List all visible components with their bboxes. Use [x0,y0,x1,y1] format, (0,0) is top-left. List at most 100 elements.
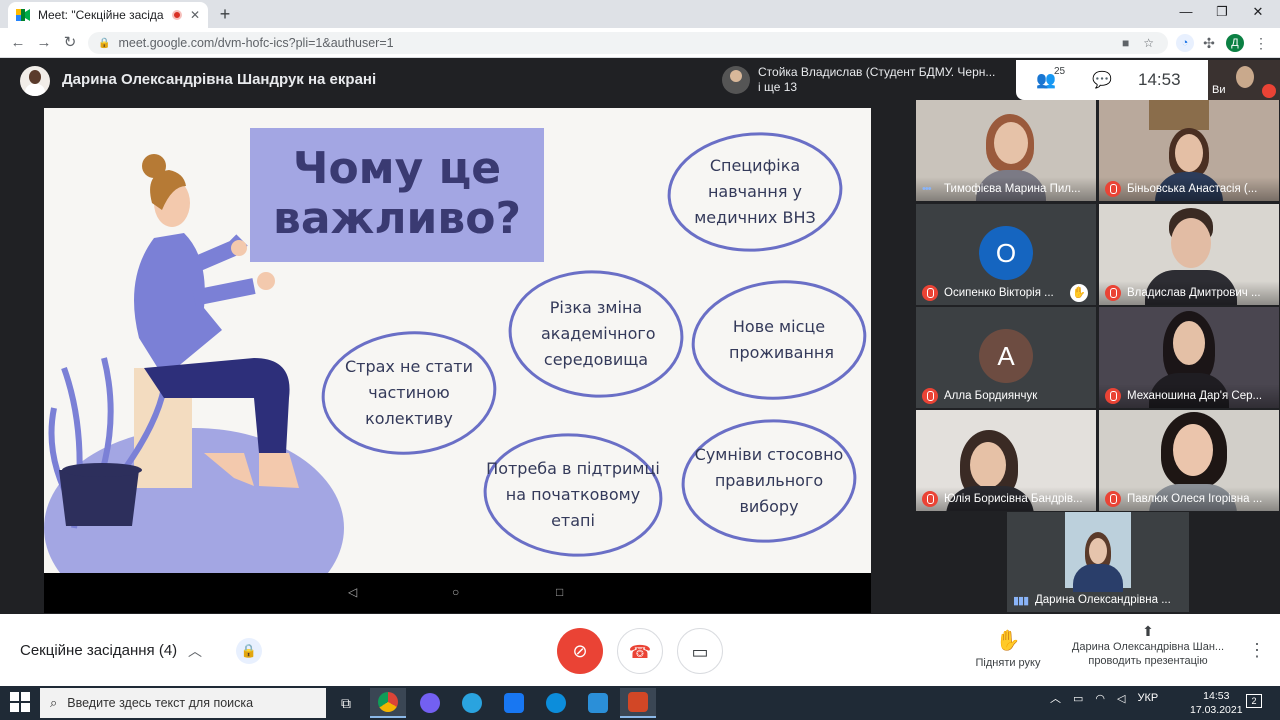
search-icon: ⌕ [50,695,58,710]
raise-hand-label: Підняти руку [975,657,1041,669]
chrome-app-icon[interactable] [370,688,406,718]
participant-tile[interactable]: Павлюк Олеся Ігорівна ... [1099,410,1279,511]
nav-back-icon: ◁ [348,585,358,599]
present-screen-icon: ⬆ [1142,623,1154,639]
participant-name: Тимофієва Марина Пил... [944,183,1081,195]
participant-tile[interactable]: Юлія Борисівна Бандрів... [916,410,1096,511]
video-camera-icon: ▭ [691,642,709,662]
telegram-app-icon[interactable] [454,688,490,718]
nav-home-icon: ○ [452,585,460,599]
camera-icon[interactable]: ■ [1122,36,1129,50]
participant-tile[interactable]: Владислав Дмитрович ... [1099,204,1279,305]
maximize-button[interactable]: ❐ [1204,4,1240,22]
back-icon[interactable]: ← [8,33,28,53]
mic-muted-icon [1105,285,1121,301]
facebook-app-icon[interactable] [496,688,532,718]
participant-avatar: А [979,329,1033,383]
mic-toggle-button[interactable]: ⊘ [557,628,603,674]
host-controls-shield-icon[interactable]: 🔒 [236,638,262,664]
wifi-icon[interactable]: ◠ [1095,692,1105,705]
participant-avatar: О [979,226,1033,280]
instagram-app-icon[interactable] [580,688,616,718]
notifications-icon[interactable]: 2 [1246,694,1262,708]
presenter-tile[interactable]: ▮▮▮ Дарина Олександрівна ... [1007,512,1189,612]
taskbar-search-placeholder: Введите здесь текст для поиска [67,696,254,710]
profile-avatar[interactable]: Д [1226,34,1244,52]
bubble-3: Нове місце проживання [688,276,870,404]
bubble-1: Специфіка навчання у медичних ВНЗ [664,126,846,258]
bubble-1-text: Специфіка навчання у медичних ВНЗ [694,156,816,227]
meet-favicon-icon [16,9,30,21]
participant-name: Дарина Олександрівна ... [1035,594,1171,606]
raise-hand-button[interactable]: ✋ Підняти руку [960,628,1056,669]
meeting-details-button[interactable]: Секційне засідання (4) [20,642,177,659]
slide-title: Чому це важливо? [250,128,544,262]
active-speakers[interactable]: Стойка Владислав (Студент БДМУ. Черн... … [716,60,1012,100]
taskbar-clock[interactable]: 14:53 17.03.2021 [1190,689,1243,717]
powerpoint-app-icon[interactable] [620,688,656,718]
mic-off-icon: ⊘ [572,641,588,661]
browser-menu-icon[interactable]: ⋮ [1252,34,1270,52]
chat-icon[interactable]: 💬 [1092,70,1122,90]
window-close-button[interactable]: ✕ [1240,4,1276,22]
participant-tile[interactable]: ••• Тимофієва Марина Пил... [916,100,1096,201]
task-view-icon[interactable]: ⧉ [328,688,364,718]
presentation-slide: Чому це важливо? Специфіка навчання у ме… [44,108,871,573]
minimize-button[interactable]: — [1168,4,1204,22]
speaker-avatar [722,66,750,94]
people-count: 25 [1054,66,1066,77]
more-options-icon[interactable]: ⋮ [1248,640,1266,661]
bubble-4: Страх не стати частиною колективу [318,326,500,460]
presentation-button[interactable]: ⬆ Дарина Олександрівна Шан... проводить … [1062,624,1234,668]
mic-muted-icon [922,491,938,507]
hand-icon: ✋ [995,630,1021,652]
presenter-banner: Дарина Олександрівна Шандрук на екрані [62,71,377,88]
browser-tab[interactable]: Meet: "Секційне засідання ( ✕ [8,2,208,28]
participant-tile[interactable]: Механошина Дар'я Сер... [1099,307,1279,408]
edge-app-icon[interactable] [538,688,574,718]
bubble-5: Потреба в підтримці на початковому етапі [480,428,666,562]
mic-muted-icon [922,285,938,301]
viber-app-icon[interactable] [412,688,448,718]
leave-call-button[interactable]: ☎ [617,628,663,674]
extensions-puzzle-icon[interactable]: ✣ [1200,34,1218,52]
reload-icon[interactable]: ↻ [60,33,80,53]
presenter-avatar [20,66,50,96]
taskbar-search[interactable]: ⌕ Введите здесь текст для поиска [40,688,326,718]
mic-muted-icon [1262,84,1276,98]
slide-nav-bar: ◁ ○ □ [44,573,871,613]
speaking-indicator-icon: ▮▮▮ [1013,594,1029,607]
volume-icon[interactable]: ◁ [1117,692,1125,705]
participant-name: Механошина Дар'я Сер... [1127,390,1263,402]
bubble-2: Різка зміна академічного середовища [504,266,688,402]
speaking-indicator-icon: ••• [922,183,932,195]
network-icon[interactable]: ▭ [1073,692,1083,705]
mic-muted-icon [922,388,938,404]
participant-name: Біньовська Анастасія (... [1127,183,1258,195]
participant-tile[interactable]: О Осипенко Вікторія ... ✋ [916,204,1096,305]
omnibox[interactable]: 🔒 meet.google.com/dvm-hofc-ics?pli=1&aut… [88,32,1168,54]
tab-close-icon[interactable]: ✕ [190,8,200,22]
participant-name: Павлюк Олеся Ігорівна ... [1127,493,1263,505]
speaker-more: і ще 13 [758,80,798,94]
presenting-name: Дарина Олександрівна Шан... [1071,641,1225,653]
forward-icon[interactable]: → [34,33,54,53]
bookmark-star-icon[interactable]: ☆ [1143,36,1154,50]
people-button[interactable]: 👥 25 [1036,66,1072,90]
url-text: meet.google.com/dvm-hofc-ics?pli=1&authu… [118,36,394,50]
self-view-tile[interactable]: Ви [1208,60,1280,100]
bubble-6: Сумніви стосовно правильного вибору [678,414,860,548]
camera-toggle-button[interactable]: ▭ [677,628,723,674]
tray-chevron-icon[interactable]: ︿ [1050,690,1061,706]
self-label: Ви [1212,84,1226,96]
mic-muted-icon [1105,181,1121,197]
new-tab-button[interactable]: + [214,4,236,26]
tab-title: Meet: "Секційне засідання ( [38,8,164,22]
bubble-2-text: Різка зміна академічного середовища [541,298,656,369]
windows-start-icon[interactable] [10,692,30,712]
participant-tile[interactable]: Біньовська Анастасія (... [1099,100,1279,201]
extension-meet-icon[interactable]: ◔ [1176,34,1194,52]
language-indicator[interactable]: УКР [1137,692,1158,704]
chevron-up-icon[interactable]: ︿ [188,641,202,661]
participant-tile[interactable]: А Алла Бордиянчук [916,307,1096,408]
